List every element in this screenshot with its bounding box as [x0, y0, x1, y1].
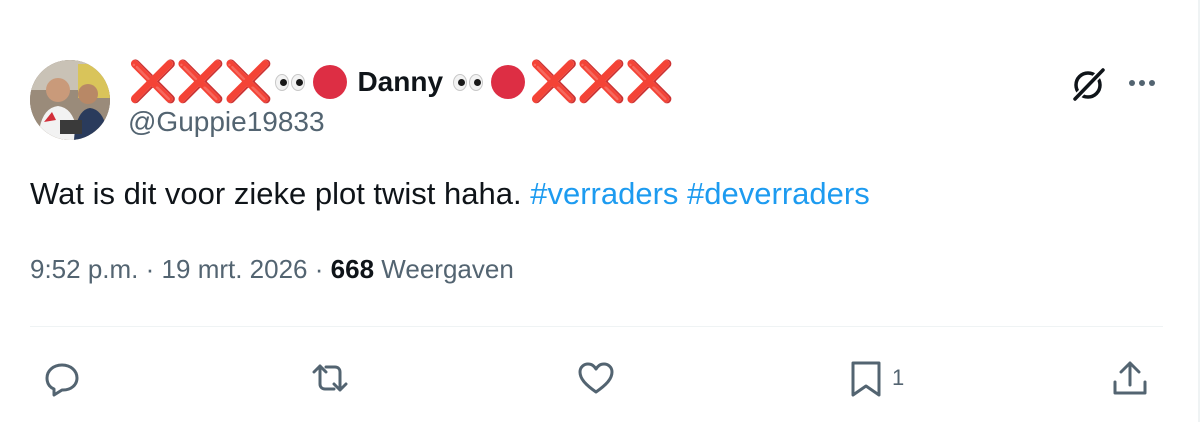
repost-icon: [312, 364, 348, 392]
more-options-icon[interactable]: [1124, 70, 1160, 96]
tweet-time[interactable]: 9:52 p.m.: [30, 254, 138, 284]
author-display-name[interactable]: Danny: [357, 66, 443, 98]
heart-icon: [578, 362, 614, 394]
divider: [30, 326, 1163, 327]
tweet-meta: 9:52 p.m. · 19 mrt. 2026 · 668 Weergaven: [30, 254, 514, 285]
red-circle-icon: [491, 65, 526, 99]
eyes-icon: [275, 73, 306, 91]
cross-mark-icon: ❌: [223, 60, 274, 104]
cross-mark-icon: ❌: [624, 60, 675, 104]
share-button[interactable]: [1110, 356, 1150, 400]
tweet-body: Wat is dit voor zieke plot twist haha.: [30, 176, 522, 211]
bookmark-icon: [851, 361, 881, 397]
views-label: Weergaven: [381, 254, 514, 284]
views-count: 668: [330, 254, 375, 284]
hashtag-link[interactable]: #verraders: [530, 176, 678, 211]
tweet-text: Wat is dit voor zieke plot twist haha. #…: [30, 172, 870, 216]
author-handle[interactable]: @Guppie19833: [128, 106, 325, 138]
reply-icon: [45, 363, 79, 397]
share-icon: [1113, 361, 1147, 395]
meta-separator: ·: [145, 254, 155, 284]
bookmark-button[interactable]: 1: [846, 356, 904, 400]
meta-separator: ·: [314, 254, 324, 284]
like-button[interactable]: [576, 356, 616, 400]
red-circle-icon: [313, 65, 348, 99]
tweet-date[interactable]: 19 mrt. 2026: [162, 254, 308, 284]
avatar[interactable]: [30, 60, 110, 140]
cross-mark-icon: ❌: [576, 60, 627, 104]
repost-button[interactable]: [310, 356, 350, 400]
eyes-icon: [453, 73, 484, 91]
tweet-card: ❌ ❌ ❌ Danny ❌ ❌ ❌ @Guppie19833 Wat is di…: [0, 0, 1200, 422]
cross-mark-icon: ❌: [529, 60, 579, 104]
cross-mark-icon: ❌: [175, 60, 226, 104]
hashtag-link[interactable]: #deverraders: [687, 176, 870, 211]
grok-icon[interactable]: [1068, 64, 1108, 104]
author-name-row[interactable]: ❌ ❌ ❌ Danny ❌ ❌ ❌: [128, 60, 675, 104]
bookmark-count: 1: [892, 365, 905, 390]
reply-button[interactable]: [42, 356, 82, 400]
cross-mark-icon: ❌: [128, 60, 178, 104]
